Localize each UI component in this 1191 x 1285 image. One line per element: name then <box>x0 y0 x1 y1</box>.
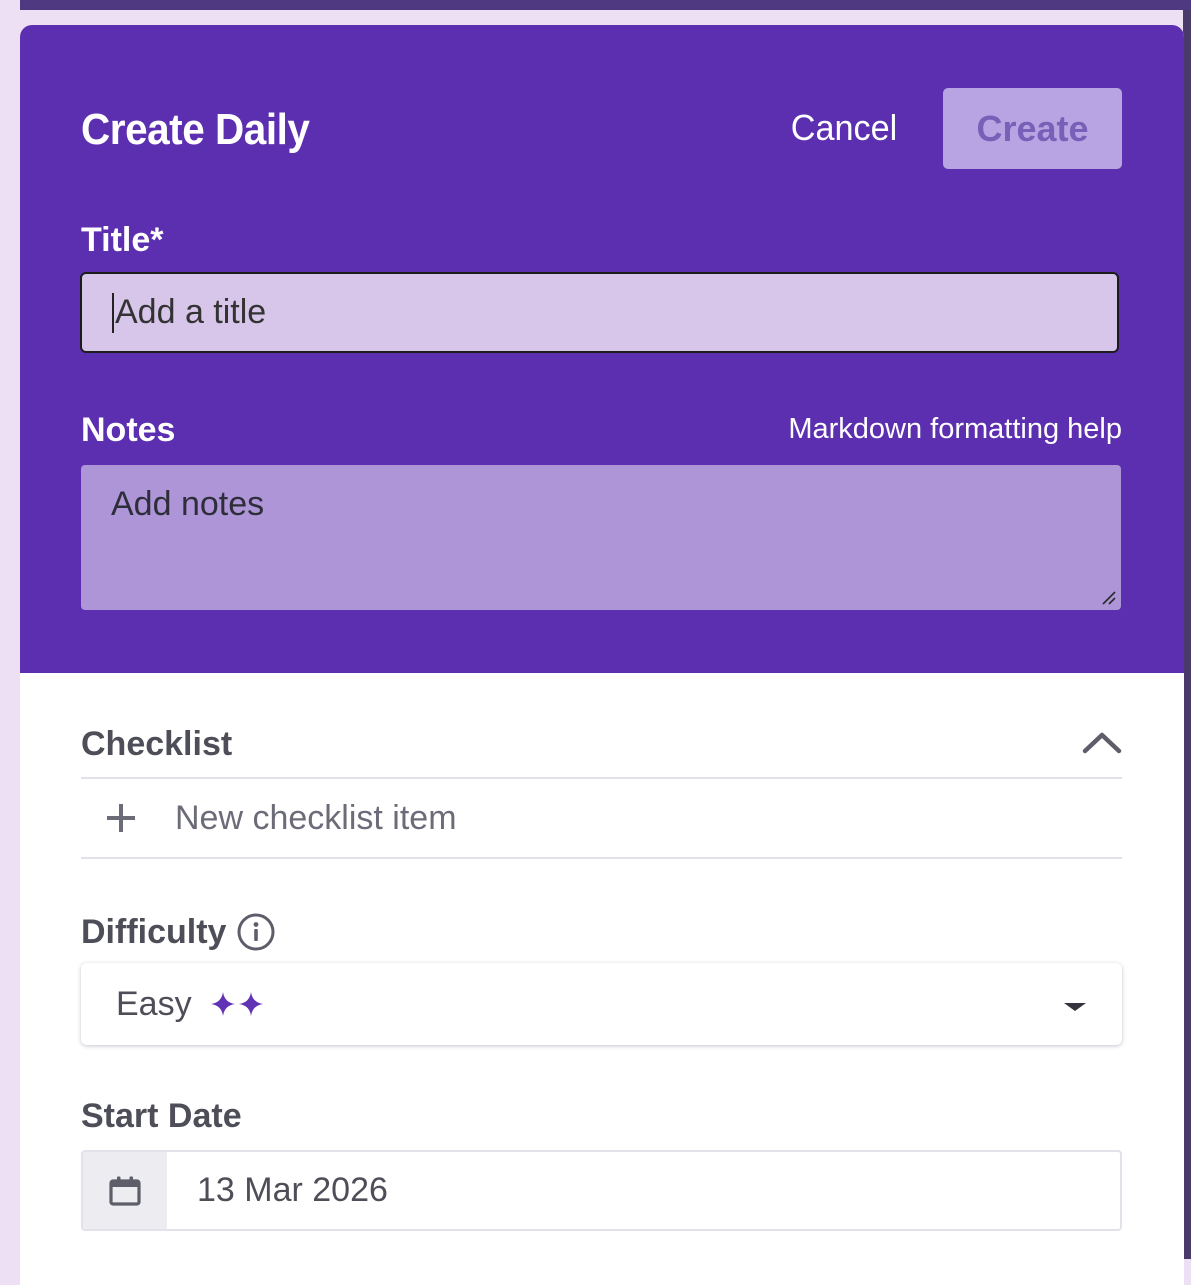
info-icon[interactable] <box>236 912 276 952</box>
notes-field-label: Notes <box>81 411 176 449</box>
dialog-title: Create Daily <box>81 105 310 154</box>
checklist-label: Checklist <box>81 725 233 763</box>
dialog-header: Create Daily Cancel Create Title* Add a … <box>20 25 1184 673</box>
difficulty-stars <box>210 991 264 1017</box>
chevron-up-icon[interactable] <box>1078 725 1126 759</box>
difficulty-select[interactable]: Easy <box>81 963 1122 1045</box>
title-input[interactable]: Add a title <box>80 272 1119 353</box>
notes-textarea-placeholder: Add notes <box>111 485 265 523</box>
create-daily-dialog: Create Daily Cancel Create Title* Add a … <box>20 25 1184 1285</box>
difficulty-selected-value: Easy <box>116 984 192 1023</box>
cancel-button[interactable]: Cancel <box>783 88 905 168</box>
notes-textarea[interactable]: Add notes <box>81 465 1121 610</box>
caret-down-icon <box>1064 1003 1086 1011</box>
difficulty-label: Difficulty <box>81 912 227 951</box>
calendar-button[interactable] <box>83 1152 167 1229</box>
text-cursor <box>112 292 114 333</box>
new-checklist-item-row[interactable]: New checklist item <box>81 777 1122 859</box>
start-date-label: Start Date <box>81 1097 242 1135</box>
resize-grip-icon[interactable] <box>1099 588 1117 606</box>
create-button[interactable]: Create <box>943 88 1122 169</box>
title-field-label: Title* <box>81 221 164 259</box>
markdown-help-link[interactable]: Markdown formatting help <box>754 413 1122 446</box>
sparkle-icon <box>210 992 235 1016</box>
title-input-placeholder: Add a title <box>115 293 267 331</box>
background-strip-top <box>20 0 1191 10</box>
plus-icon <box>107 804 135 832</box>
sparkle-icon <box>238 992 263 1016</box>
new-checklist-item-placeholder: New checklist item <box>175 798 457 837</box>
start-date-field[interactable]: 13 Mar 2026 <box>81 1150 1122 1231</box>
calendar-icon <box>109 1176 141 1206</box>
background-strip-right <box>1183 10 1191 1259</box>
start-date-value[interactable]: 13 Mar 2026 <box>197 1152 388 1229</box>
difficulty-label-row: Difficulty <box>81 912 276 952</box>
